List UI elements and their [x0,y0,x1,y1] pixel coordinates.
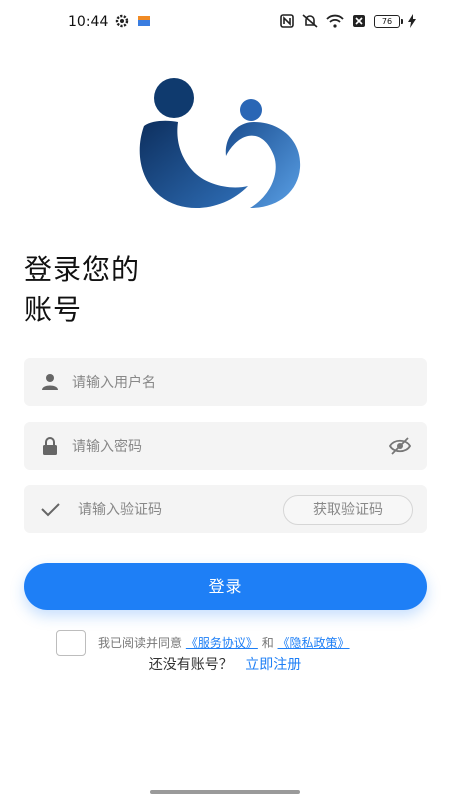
user-icon [42,374,58,390]
title-line-1: 登录您的 [24,253,141,286]
password-input[interactable] [70,422,374,472]
charging-icon [408,14,416,28]
agreement-and: 和 [261,636,274,650]
status-right-group: 76 [280,14,416,28]
agreement-prefix: 我已阅读并同意 [98,636,183,650]
check-icon [41,503,60,517]
page-title: 登录您的 账号 [24,250,140,330]
home-indicator[interactable] [150,790,300,794]
code-field[interactable]: 获取验证码 [24,485,427,535]
app-notification-icon [138,16,150,26]
mute-icon [302,14,318,28]
wifi-icon [326,14,344,28]
no-sim-icon [353,15,365,27]
lock-icon [43,437,57,455]
username-input[interactable] [70,358,374,408]
hide-password-icon[interactable] [389,436,411,456]
register-link[interactable]: 立即注册 [245,657,301,673]
title-line-2: 账号 [24,293,83,326]
get-code-button[interactable]: 获取验证码 [283,495,413,525]
login-button[interactable]: 登录 [24,563,427,610]
username-field[interactable] [24,358,427,408]
agreement-text: 我已阅读并同意 《服务协议》 和 《隐私政策》 [98,634,350,651]
brand-logo [139,78,301,209]
privacy-policy-link[interactable]: 《隐私政策》 [278,636,350,650]
nfc-icon [280,14,294,28]
agreement-row: 我已阅读并同意 《服务协议》 和 《隐私政策》 [56,630,436,656]
service-agreement-link[interactable]: 《服务协议》 [186,636,258,650]
status-time: 10:44 [68,14,109,30]
register-question: 还没有账号？ [148,657,233,673]
password-field[interactable] [24,422,427,472]
settings-gear-icon [115,14,129,28]
agreement-checkbox[interactable] [56,630,86,656]
register-row: 还没有账号？ 立即注册 [0,654,450,674]
battery-icon: 76 [374,14,403,28]
status-bar: 10:44 76 [0,0,450,44]
